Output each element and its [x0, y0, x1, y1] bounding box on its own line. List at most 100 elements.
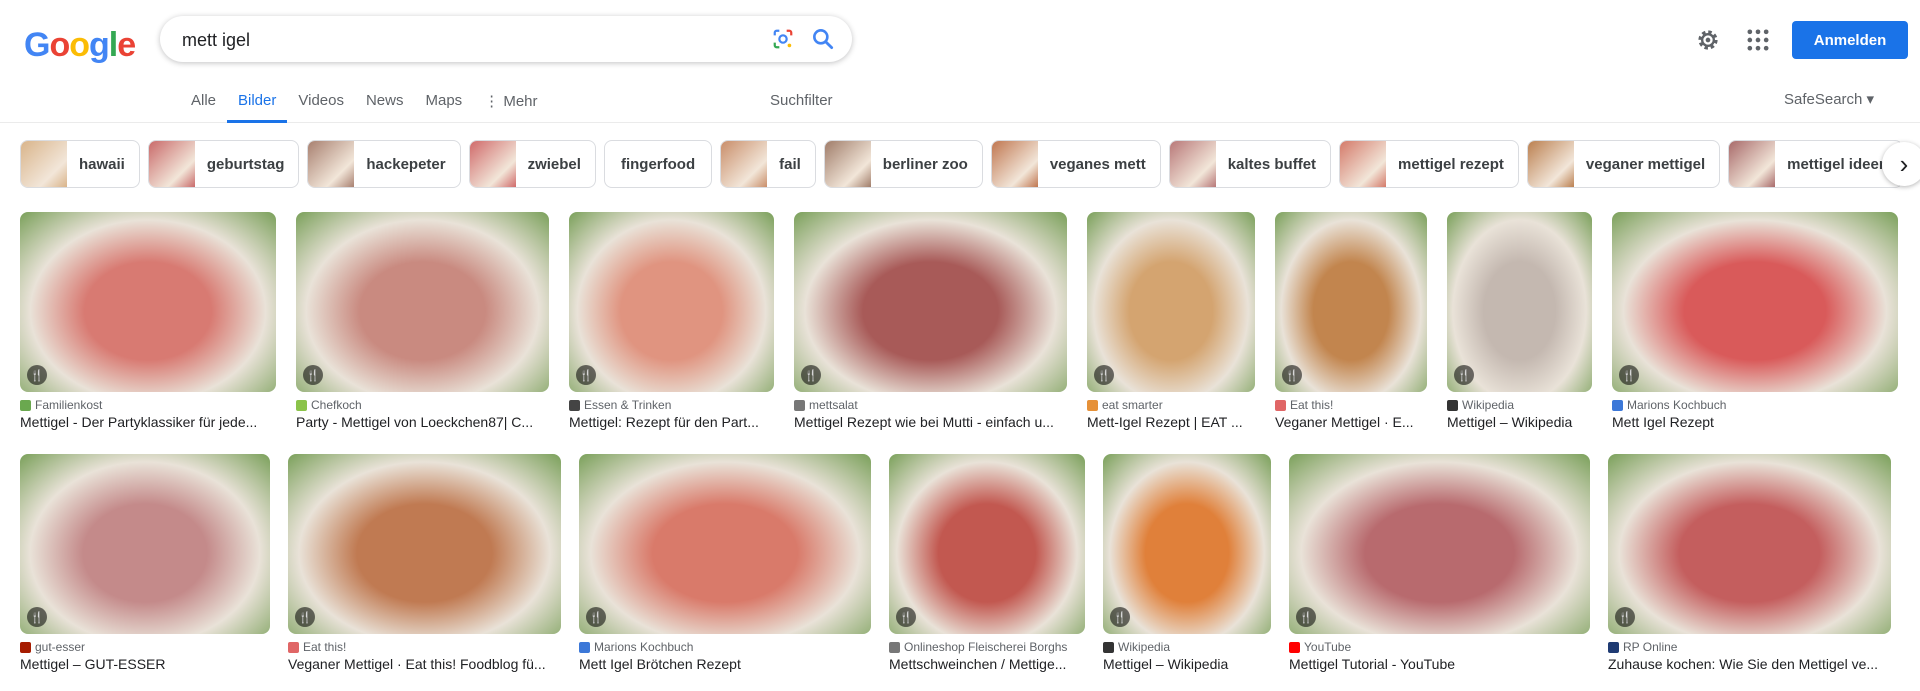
result-source[interactable]: mettsalat [794, 398, 1067, 412]
tab-news[interactable]: News [355, 80, 415, 122]
result-title[interactable]: Zuhause kochen: Wie Sie den Mettigel ve.… [1608, 656, 1891, 672]
related-chip[interactable]: zwiebel [468, 140, 596, 188]
result-title[interactable]: Mettigel – GUT-ESSER [20, 656, 270, 672]
image-result[interactable]: 🍴 Onlineshop Fleischerei Borghs Mettschwei… [889, 454, 1085, 672]
result-title[interactable]: Veganer Mettigel · E... [1275, 414, 1427, 430]
signin-button[interactable]: Anmelden [1792, 21, 1908, 59]
image-result[interactable]: 🍴 Eat this! Veganer Mettigel · E... [1275, 212, 1427, 430]
result-source[interactable]: YouTube [1289, 640, 1590, 654]
tab-images[interactable]: Bilder [227, 80, 288, 123]
image-result[interactable]: 🍴 Wikipedia Mettigel – Wikipedia [1447, 212, 1592, 430]
recipe-badge-icon: 🍴 [576, 365, 596, 385]
image-result[interactable]: 🍴 Chefkoch Party - Mettigel von Loeckchen8… [296, 212, 549, 430]
result-thumbnail[interactable]: 🍴 [296, 212, 549, 392]
image-result[interactable]: 🍴 Marions Kochbuch Mett Igel Brötchen Reze… [579, 454, 871, 672]
result-title[interactable]: Party - Mettigel von Loeckchen87| C... [296, 414, 549, 430]
related-chip[interactable]: geburtstag [147, 140, 300, 188]
image-result[interactable]: 🍴 mettsalat Mettigel Rezept wie bei Mutti … [794, 212, 1067, 430]
chip-thumbnail [21, 141, 67, 187]
related-chip[interactable]: fail [720, 140, 816, 188]
source-name: Chefkoch [311, 398, 362, 412]
image-result[interactable]: 🍴 Eat this! Veganer Mettigel · Eat this! F… [288, 454, 561, 672]
tab-maps[interactable]: Maps [414, 80, 473, 122]
result-title[interactable]: Mettigel Tutorial - YouTube [1289, 656, 1590, 672]
result-source[interactable]: eat smarter [1087, 398, 1255, 412]
chip-label: hawaii [79, 155, 125, 173]
result-title[interactable]: Mettigel: Rezept für den Part... [569, 414, 774, 430]
result-title[interactable]: Mett Igel Rezept [1612, 414, 1898, 430]
result-source[interactable]: gut-esser [20, 640, 270, 654]
chip-label: berliner zoo [882, 155, 968, 173]
safesearch-button[interactable]: SafeSearch ▾ [1784, 90, 1874, 108]
recipe-badge-icon: 🍴 [1110, 607, 1130, 627]
image-result[interactable]: 🍴 Familienkost Mettigel - Der Partyklassik… [20, 212, 276, 430]
recipe-badge-icon: 🍴 [801, 365, 821, 385]
related-chip[interactable]: kaltes buffet [1168, 140, 1332, 188]
result-thumbnail[interactable]: 🍴 [1289, 454, 1590, 634]
related-chip[interactable]: mettigel rezept [1339, 140, 1519, 188]
result-thumbnail[interactable]: 🍴 [1447, 212, 1592, 392]
favicon-icon [1289, 641, 1300, 653]
chip-label: mettigel ideen [1787, 155, 1888, 173]
result-title[interactable]: Mettigel - Der Partyklassiker für jede..… [20, 414, 276, 430]
tab-videos[interactable]: Videos [287, 80, 355, 122]
result-title[interactable]: Mett Igel Brötchen Rezept [579, 656, 871, 672]
result-thumbnail[interactable]: 🍴 [1612, 212, 1898, 392]
related-chip[interactable]: berliner zoo [823, 140, 983, 188]
image-result[interactable]: 🍴 Wikipedia Mettigel – Wikipedia [1103, 454, 1271, 672]
related-chip[interactable]: hawaii [20, 140, 140, 188]
result-thumbnail[interactable]: 🍴 [889, 454, 1085, 634]
result-source[interactable]: RP Online [1608, 640, 1891, 654]
result-thumbnail[interactable]: 🍴 [579, 454, 871, 634]
related-chip[interactable]: veganer mettigel [1526, 140, 1721, 188]
gear-icon[interactable] [1694, 26, 1722, 54]
result-thumbnail[interactable]: 🍴 [569, 212, 774, 392]
chevron-right-icon[interactable]: › [1882, 142, 1920, 186]
related-chip[interactable]: mettigel ideen [1728, 140, 1900, 188]
result-title[interactable]: Mettigel Rezept wie bei Mutti - einfach … [794, 414, 1067, 430]
related-chip[interactable]: veganes mett [990, 140, 1161, 188]
image-result[interactable]: 🍴 Essen & Trinken Mettigel: Rezept für den… [569, 212, 774, 430]
result-source[interactable]: Wikipedia [1447, 398, 1592, 412]
result-thumbnail[interactable]: 🍴 [288, 454, 561, 634]
image-result[interactable]: 🍴 RP Online Zuhause kochen: Wie Sie den Me… [1608, 454, 1891, 672]
result-source[interactable]: Wikipedia [1103, 640, 1271, 654]
result-source[interactable]: Essen & Trinken [569, 398, 774, 412]
result-title[interactable]: Mettschweinchen / Mettige... [889, 656, 1085, 672]
image-result[interactable]: 🍴 eat smarter Mett-Igel Rezept | EAT ... [1087, 212, 1255, 430]
result-source[interactable]: Eat this! [1275, 398, 1427, 412]
result-thumbnail[interactable]: 🍴 [20, 212, 276, 392]
tab-all[interactable]: Alle [180, 80, 227, 122]
search-icon[interactable] [810, 26, 836, 52]
image-result[interactable]: 🍴 gut-esser Mettigel – GUT-ESSER [20, 454, 270, 672]
result-thumbnail[interactable]: 🍴 [1087, 212, 1255, 392]
related-chip[interactable]: fingerfood [603, 140, 713, 188]
result-source[interactable]: Onlineshop Fleischerei Borghs [889, 640, 1085, 654]
google-logo[interactable]: Google [24, 26, 136, 65]
result-thumbnail[interactable]: 🍴 [794, 212, 1067, 392]
recipe-badge-icon: 🍴 [27, 607, 47, 627]
image-result[interactable]: 🍴 YouTube Mettigel Tutorial - YouTube [1289, 454, 1590, 672]
result-title[interactable]: Mettigel – Wikipedia [1447, 414, 1592, 430]
result-title[interactable]: Veganer Mettigel · Eat this! Foodblog fü… [288, 656, 561, 672]
favicon-icon [296, 399, 307, 411]
result-thumbnail[interactable]: 🍴 [1608, 454, 1891, 634]
result-thumbnail[interactable]: 🍴 [1275, 212, 1427, 392]
tab-more[interactable]: ⋮ Mehr [473, 80, 548, 122]
result-source[interactable]: Marions Kochbuch [1612, 398, 1898, 412]
related-chip[interactable]: hackepeter [307, 140, 461, 188]
apps-grid-icon[interactable] [1744, 26, 1772, 54]
google-lens-icon[interactable] [772, 28, 794, 50]
search-tools-button[interactable]: Suchfilter [770, 92, 833, 109]
result-source[interactable]: Familienkost [20, 398, 276, 412]
result-source[interactable]: Chefkoch [296, 398, 549, 412]
result-source[interactable]: Eat this! [288, 640, 561, 654]
result-title[interactable]: Mettigel – Wikipedia [1103, 656, 1271, 672]
result-thumbnail[interactable]: 🍴 [1103, 454, 1271, 634]
image-result[interactable]: 🍴 Marions Kochbuch Mett Igel Rezept [1612, 212, 1898, 430]
result-source[interactable]: Marions Kochbuch [579, 640, 871, 654]
search-input[interactable] [180, 16, 704, 64]
result-thumbnail[interactable]: 🍴 [20, 454, 270, 634]
result-title[interactable]: Mett-Igel Rezept | EAT ... [1087, 414, 1255, 430]
chip-thumbnail [1340, 141, 1387, 187]
